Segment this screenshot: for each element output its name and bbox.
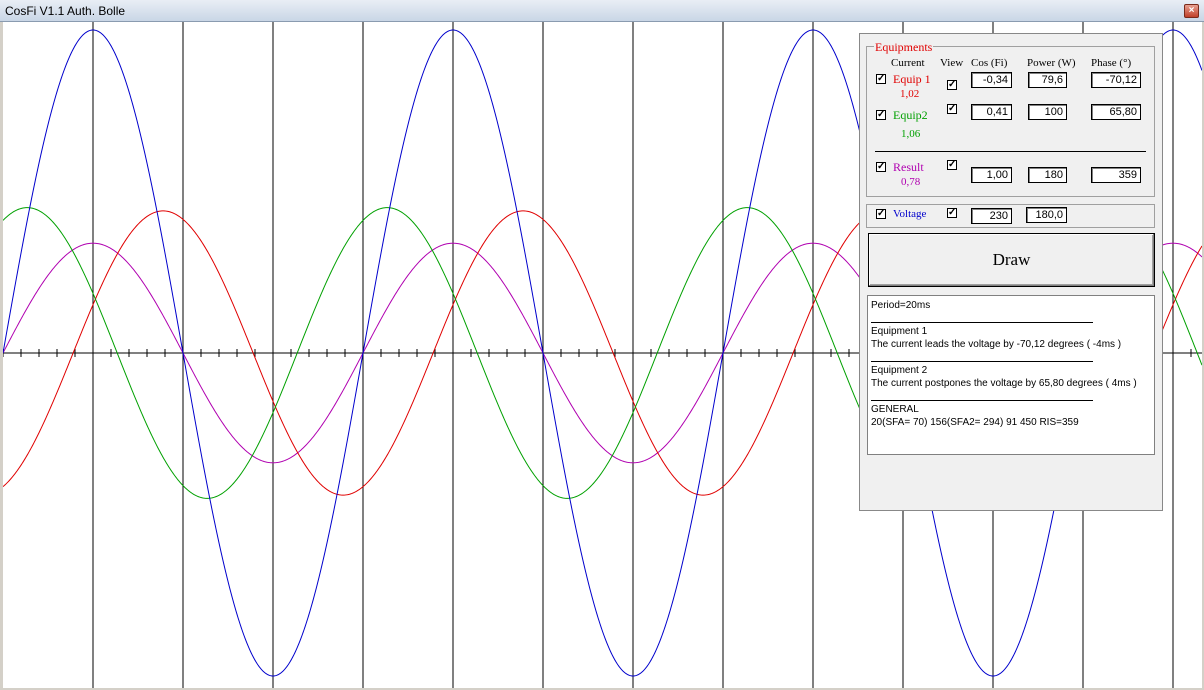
equip1-current: 1,02 — [900, 88, 920, 100]
info-general-text: 20(SFA= 70) 156(SFA2= 294) 91 450 RIS=35… — [871, 417, 1079, 428]
equip1-enable-checkbox[interactable]: ✓ — [876, 74, 886, 84]
info-textbox[interactable]: Period=20ms Equipment 1 The current lead… — [867, 295, 1155, 455]
result-current: 0,78 — [901, 176, 921, 188]
equip1-view-checkbox[interactable]: ✓ — [947, 80, 957, 90]
equip2-power-field[interactable]: 100 — [1028, 104, 1067, 120]
checkmark-icon: ✓ — [877, 161, 886, 172]
checkmark-icon: ✓ — [948, 159, 957, 170]
checkmark-icon: ✓ — [877, 73, 886, 84]
title-bar: CosFi V1.1 Auth. Bolle × — [0, 0, 1204, 22]
equip1-phase-field[interactable]: -70,12 — [1091, 72, 1141, 88]
info-general-title: GENERAL — [871, 404, 919, 415]
header-power: Power (W) — [1027, 57, 1076, 69]
draw-button[interactable]: Draw — [868, 233, 1155, 287]
voltage-enable-checkbox[interactable]: ✓ — [876, 209, 886, 219]
info-separator — [871, 322, 1093, 323]
equip2-phase-field[interactable]: 65,80 — [1091, 104, 1141, 120]
result-power-field[interactable]: 180 — [1028, 167, 1067, 183]
equip2-cos-field[interactable]: 0,41 — [971, 104, 1012, 120]
checkmark-icon: ✓ — [948, 79, 957, 90]
checkmark-icon: ✓ — [877, 109, 886, 120]
header-phase: Phase (°) — [1091, 57, 1132, 69]
checkmark-icon: ✓ — [948, 207, 957, 218]
info-separator — [871, 361, 1093, 362]
equip2-enable-checkbox[interactable]: ✓ — [876, 110, 886, 120]
voltage-phase-field[interactable]: 180,0 — [1026, 207, 1067, 223]
info-eq2-text: The current postpones the voltage by 65,… — [871, 378, 1137, 389]
close-button[interactable]: × — [1184, 4, 1199, 18]
equip2-label: Equip2 — [893, 108, 928, 122]
equip2-view-checkbox[interactable]: ✓ — [947, 104, 957, 114]
info-separator — [871, 400, 1093, 401]
checkmark-icon: ✓ — [877, 208, 886, 219]
voltage-value-field[interactable]: 230 — [971, 208, 1012, 224]
voltage-label: Voltage — [893, 208, 927, 220]
result-enable-checkbox[interactable]: ✓ — [876, 162, 886, 172]
result-cos-field[interactable]: 1,00 — [971, 167, 1012, 183]
header-cos: Cos (Fi) — [971, 57, 1008, 69]
close-icon: × — [1188, 5, 1195, 16]
info-period: Period=20ms — [871, 300, 931, 311]
header-current: Current — [891, 57, 925, 69]
result-separator — [875, 151, 1146, 152]
equip1-cos-field[interactable]: -0,34 — [971, 72, 1012, 88]
equip1-power-field[interactable]: 79,6 — [1028, 72, 1067, 88]
result-phase-field[interactable]: 359 — [1091, 167, 1141, 183]
equip2-current: 1,06 — [901, 128, 921, 140]
equipments-group-title: Equipments — [874, 40, 934, 55]
window-title: CosFi V1.1 Auth. Bolle — [5, 4, 126, 18]
info-eq2-title: Equipment 2 — [871, 365, 928, 376]
info-eq1-text: The current leads the voltage by -70,12 … — [871, 339, 1122, 350]
checkmark-icon: ✓ — [948, 103, 957, 114]
equip1-label: Equip 1 — [893, 72, 931, 86]
header-view: View — [940, 57, 964, 69]
result-label: Result — [893, 160, 924, 174]
voltage-view-checkbox[interactable]: ✓ — [947, 208, 957, 218]
info-eq1-title: Equipment 1 — [871, 326, 928, 337]
result-view-checkbox[interactable]: ✓ — [947, 160, 957, 170]
